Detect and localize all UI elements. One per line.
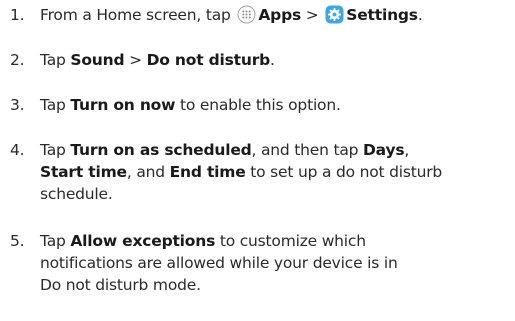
apps-grid-icon: [237, 5, 256, 24]
step-4: 4. Tap Turn on as scheduled, and then ta…: [10, 139, 510, 205]
step-text: Tap Allow exceptions to customize which …: [40, 232, 398, 294]
step-3: 3. Tap Turn on now to enable this option…: [10, 94, 510, 116]
step-number: 4.: [10, 141, 25, 159]
step-number: 5.: [10, 232, 25, 250]
settings-label: Settings: [346, 6, 418, 24]
step-text: Tap Sound > Do not disturb.: [40, 51, 275, 69]
step-1: 1. From a Home screen, tap Apps > Settin…: [10, 4, 510, 26]
step-number: 2.: [10, 51, 25, 69]
apps-label: Apps: [258, 6, 302, 24]
step-number: 3.: [10, 96, 25, 114]
step-text: Tap Turn on as scheduled, and then tap D…: [40, 141, 443, 203]
step-2: 2. Tap Sound > Do not disturb.: [10, 49, 510, 71]
step-text: From a Home screen, tap Apps > Settings.: [40, 5, 423, 24]
step-text: Tap Turn on now to enable this option.: [40, 96, 341, 114]
step-5: 5. Tap Allow exceptions to customize whi…: [10, 230, 510, 296]
settings-gear-icon: [325, 5, 344, 24]
instruction-steps: 1. From a Home screen, tap Apps > Settin…: [0, 0, 515, 321]
step-number: 1.: [10, 6, 25, 24]
